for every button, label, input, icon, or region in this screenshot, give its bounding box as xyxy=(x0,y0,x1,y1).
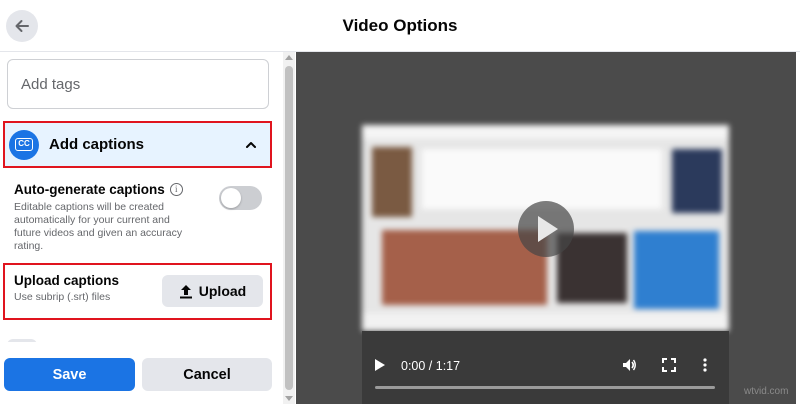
more-options-icon[interactable] xyxy=(702,358,708,372)
cancel-button[interactable]: Cancel xyxy=(142,358,272,391)
play-icon[interactable] xyxy=(374,358,386,372)
video-progress-track[interactable] xyxy=(375,386,715,389)
tags-input[interactable] xyxy=(7,59,269,109)
options-scroll-area[interactable]: CC Add captions Auto-generate captions i… xyxy=(0,52,282,342)
info-icon[interactable]: i xyxy=(169,183,183,196)
captions-section-header[interactable]: CC Add captions xyxy=(3,121,272,168)
upload-button-label: Upload xyxy=(198,283,247,299)
page-title: Video Options xyxy=(342,16,458,35)
chevron-up-icon[interactable] xyxy=(244,138,258,152)
volume-icon[interactable] xyxy=(621,357,637,373)
upload-icon xyxy=(179,284,192,298)
closed-captions-icon: CC xyxy=(9,129,39,160)
auto-generate-title-row: Auto-generate captions i xyxy=(14,182,183,197)
upload-button[interactable]: Upload xyxy=(162,275,263,307)
upload-captions-section: Upload captions Use subrip (.srt) files … xyxy=(3,263,272,320)
scroll-up-arrow-icon[interactable] xyxy=(285,55,293,60)
dialog-header: Video Options xyxy=(0,0,800,52)
big-play-button[interactable] xyxy=(518,201,574,257)
toggle-knob xyxy=(221,188,241,208)
options-panel: CC Add captions Auto-generate captions i… xyxy=(0,52,296,404)
upload-captions-description: Use subrip (.srt) files xyxy=(14,291,111,303)
watermark-text: wtvid.com xyxy=(744,386,789,397)
dialog-footer: Save Cancel xyxy=(0,342,282,404)
auto-generate-description: Editable captions will be created automa… xyxy=(14,201,183,252)
auto-generate-toggle[interactable] xyxy=(219,186,262,210)
window-edge xyxy=(796,52,800,404)
auto-generate-title: Auto-generate captions xyxy=(14,182,165,197)
save-button[interactable]: Save xyxy=(4,358,135,391)
scrollbar[interactable] xyxy=(283,52,295,404)
captions-section-label: Add captions xyxy=(49,136,145,153)
upload-captions-title: Upload captions xyxy=(14,273,120,288)
video-time-display: 0:00 / 1:17 xyxy=(401,359,461,373)
cc-badge-text: CC xyxy=(15,138,33,151)
play-icon xyxy=(538,216,558,242)
video-controls: 0:00 / 1:17 xyxy=(362,331,729,404)
scrollbar-thumb[interactable] xyxy=(285,66,293,390)
scroll-down-arrow-icon[interactable] xyxy=(285,396,293,401)
fullscreen-icon[interactable] xyxy=(662,358,676,372)
video-preview-area: 0:00 / 1:17 xyxy=(296,52,800,404)
